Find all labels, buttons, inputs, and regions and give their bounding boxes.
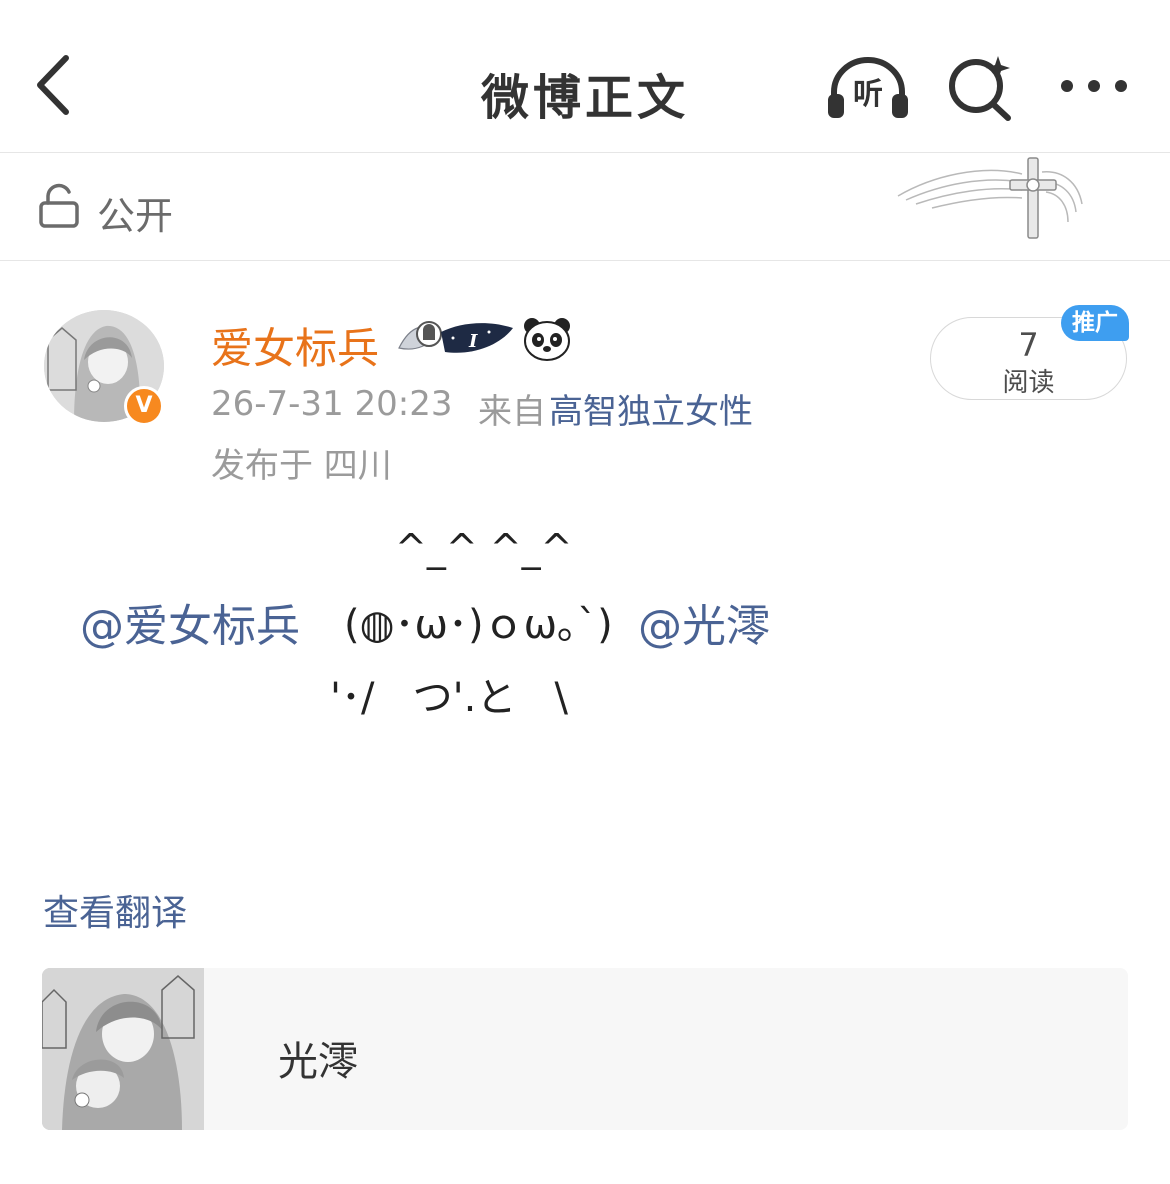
post-text-kaomoji: (◍･ω･)ｏω｡`) [344, 602, 613, 648]
sparkle-search-icon [949, 56, 1011, 121]
listen-button[interactable]: 听 [826, 54, 910, 120]
more-options-button[interactable] [1058, 70, 1130, 102]
post-location: 发布于 四川 [211, 446, 392, 486]
promote-button[interactable]: 推广 [1061, 305, 1129, 341]
mention-link-guangling[interactable]: @光澪 [638, 590, 770, 654]
weibo-post-page: 微博正文 听 公开 V 爱女标兵 I 26-7-31 20:23 来自 高智独立… [0, 0, 1170, 1184]
linked-user-name: 光澪 [278, 1039, 358, 1085]
listen-label: 听 [853, 77, 883, 112]
linked-user-card[interactable]: 光澪 [42, 968, 1128, 1130]
author-username[interactable]: 爱女标兵 [211, 315, 379, 376]
post-timestamp: 26-7-31 20:23 [211, 384, 453, 424]
post-text-line-3: '･/ つ'.と \ [330, 675, 568, 721]
badge-letter: I [468, 331, 478, 352]
source-link[interactable]: 高智独立女性 [549, 384, 753, 433]
top-navigation-bar: 微博正文 听 [0, 0, 1170, 153]
view-translation-link[interactable]: 查看翻译 [43, 884, 187, 936]
panda-emoji-icon [524, 318, 570, 361]
source-prefix: 来自 [478, 392, 546, 432]
visibility-label: 公开 [97, 194, 174, 238]
search-button[interactable] [946, 52, 1016, 122]
unlock-icon [39, 183, 79, 228]
winged-cross-decoration [897, 157, 1083, 239]
mention-link-author[interactable]: @爱女标兵 [80, 590, 300, 654]
linked-user-avatar [42, 968, 204, 1130]
user-badges-icon[interactable]: I [397, 314, 517, 362]
linked-user-illustration-icon [42, 968, 204, 1130]
verified-badge: V [124, 386, 164, 426]
read-count-label: 阅读 [1002, 368, 1055, 398]
author-avatar[interactable]: V [40, 296, 170, 431]
post-text-line-1: ^_^ ^_^ [395, 526, 573, 570]
more-dots-icon [1061, 80, 1127, 92]
